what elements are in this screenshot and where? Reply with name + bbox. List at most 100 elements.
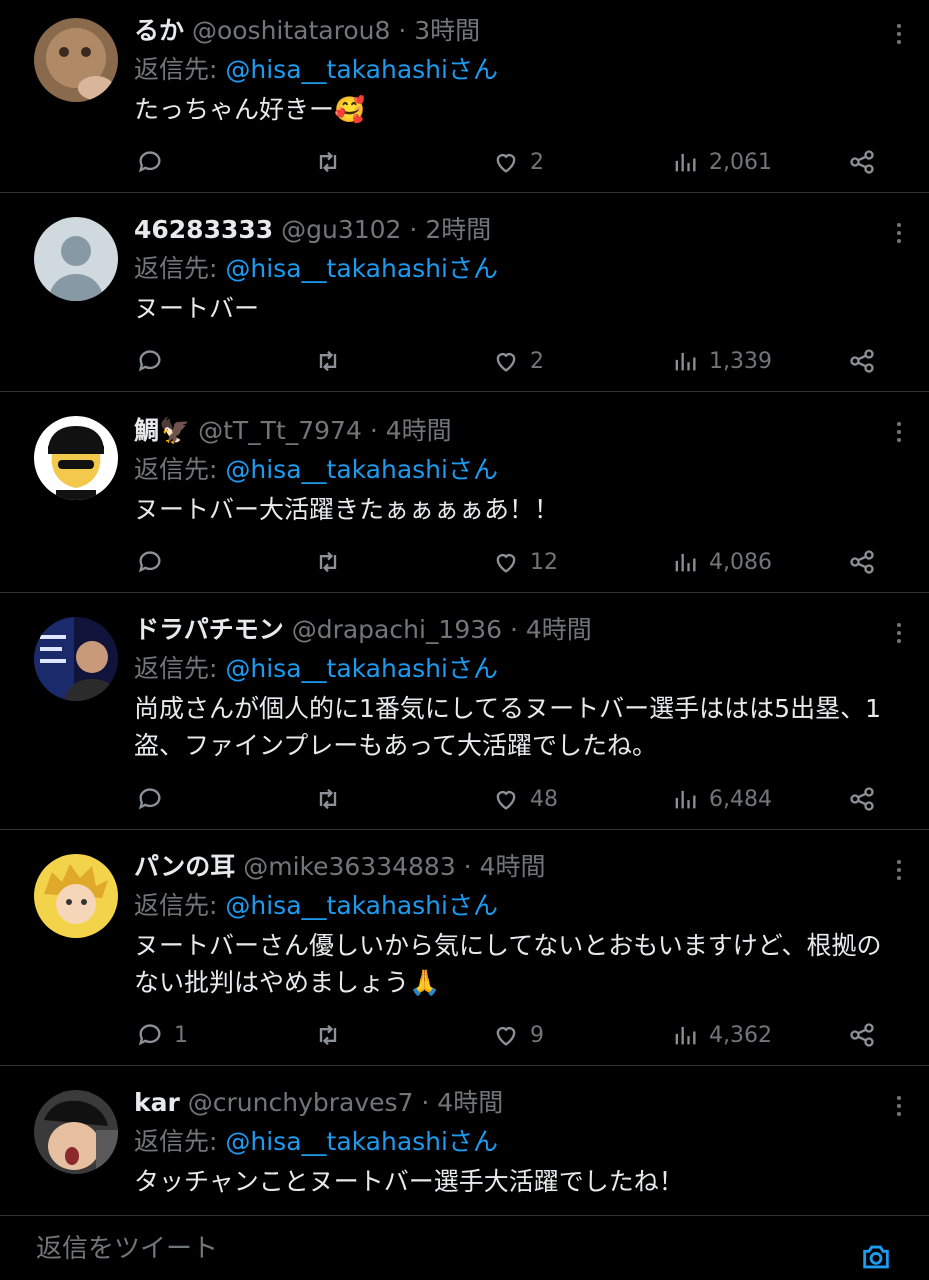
reply-button[interactable] bbox=[136, 344, 174, 378]
more-icon[interactable] bbox=[887, 1092, 911, 1122]
reply-mention-link[interactable]: @hisa__takahashiさん bbox=[225, 55, 498, 84]
views-button[interactable]: 1,339 bbox=[671, 344, 772, 378]
tweet[interactable]: ドラパチモン @drapachi_1936 · 4時間 返信先: @hisa__… bbox=[0, 593, 929, 830]
like-count: 2 bbox=[530, 149, 544, 175]
reply-composer bbox=[0, 1216, 929, 1280]
tweet[interactable]: パンの耳 @mike36334883 · 4時間 返信先: @hisa__tak… bbox=[0, 830, 929, 1066]
avatar[interactable] bbox=[34, 416, 118, 500]
handle[interactable]: @tT_Tt_7974 bbox=[198, 416, 362, 445]
view-count: 6,484 bbox=[709, 786, 772, 812]
camera-button[interactable] bbox=[859, 1240, 893, 1274]
timestamp[interactable]: 3時間 bbox=[414, 16, 480, 45]
timestamp[interactable]: 4時間 bbox=[526, 615, 592, 644]
like-icon bbox=[496, 554, 516, 573]
retweet-button[interactable] bbox=[314, 1018, 342, 1052]
view-count: 1,339 bbox=[709, 348, 772, 374]
reply-mention-link[interactable]: @hisa__takahashiさん bbox=[225, 654, 498, 683]
tweet[interactable]: kar @crunchybraves7 · 4時間 返信先: @hisa__ta… bbox=[0, 1066, 929, 1216]
reply-button[interactable] bbox=[136, 782, 174, 816]
like-button[interactable]: 12 bbox=[492, 545, 558, 579]
separator-dot: · bbox=[401, 215, 426, 244]
share-button[interactable] bbox=[848, 344, 876, 378]
more-icon[interactable] bbox=[887, 20, 911, 50]
timestamp[interactable]: 4時間 bbox=[386, 416, 452, 445]
reply-input[interactable] bbox=[34, 1224, 798, 1274]
tweet-text: 尚成さんが個人的に1番気にしてるヌートバー選手ははは5出塁、1盗、ファインプレー… bbox=[134, 694, 881, 760]
views-icon bbox=[675, 352, 696, 371]
share-button[interactable] bbox=[848, 1018, 876, 1052]
tweet-text: たっちゃん好きー🥰 bbox=[134, 95, 366, 124]
avatar[interactable] bbox=[34, 1090, 118, 1174]
display-name[interactable]: ドラパチモン bbox=[134, 615, 284, 644]
display-name[interactable]: パンの耳 bbox=[134, 852, 235, 881]
reply-button[interactable] bbox=[136, 545, 174, 579]
camera-icon bbox=[863, 1245, 889, 1269]
view-count: 4,086 bbox=[709, 549, 772, 575]
reply-mention-link[interactable]: @hisa__takahashiさん bbox=[225, 254, 498, 283]
share-button[interactable] bbox=[848, 145, 876, 179]
tweet[interactable]: 鯛🦅 @tT_Tt_7974 · 4時間 返信先: @hisa__takahas… bbox=[0, 392, 929, 593]
display-name[interactable]: るか bbox=[134, 16, 184, 45]
retweet-button[interactable] bbox=[314, 545, 342, 579]
retweet-button[interactable] bbox=[314, 145, 342, 179]
handle[interactable]: @drapachi_1936 bbox=[292, 615, 502, 644]
avatar[interactable] bbox=[34, 18, 118, 102]
like-button[interactable]: 48 bbox=[492, 782, 558, 816]
reply-mention-link[interactable]: @hisa__takahashiさん bbox=[225, 1127, 498, 1156]
avatar[interactable] bbox=[34, 854, 118, 938]
retweet-icon bbox=[319, 551, 337, 573]
reply-prefix: 返信先: bbox=[134, 455, 226, 484]
timestamp[interactable]: 4時間 bbox=[480, 852, 546, 881]
action-bar: 48 6,484 bbox=[134, 782, 894, 816]
retweet-button[interactable] bbox=[314, 344, 342, 378]
tweet[interactable]: 46283333 @gu3102 · 2時間 返信先: @hisa__takah… bbox=[0, 193, 929, 392]
views-button[interactable]: 6,484 bbox=[671, 782, 772, 816]
like-button[interactable]: 2 bbox=[492, 344, 544, 378]
like-icon bbox=[496, 791, 516, 810]
tweet-text: ヌートバー bbox=[134, 294, 260, 323]
retweet-button[interactable] bbox=[314, 782, 342, 816]
handle[interactable]: @ooshitatarou8 bbox=[192, 16, 390, 45]
handle[interactable]: @crunchybraves7 bbox=[188, 1088, 414, 1117]
reply-prefix: 返信先: bbox=[134, 55, 226, 84]
separator-dot: · bbox=[390, 16, 415, 45]
separator-dot: · bbox=[455, 852, 480, 881]
like-button[interactable]: 9 bbox=[492, 1018, 544, 1052]
timestamp[interactable]: 2時間 bbox=[425, 215, 491, 244]
like-count: 48 bbox=[530, 786, 558, 812]
share-button[interactable] bbox=[848, 545, 876, 579]
reply-mention-link[interactable]: @hisa__takahashiさん bbox=[225, 455, 498, 484]
action-bar: 1 9 4,362 bbox=[134, 1018, 894, 1052]
view-count: 2,061 bbox=[709, 149, 772, 175]
handle[interactable]: @gu3102 bbox=[281, 215, 401, 244]
reply-button[interactable]: 1 bbox=[136, 1018, 188, 1052]
separator-dot: · bbox=[413, 1088, 438, 1117]
reply-mention-link[interactable]: @hisa__takahashiさん bbox=[225, 891, 498, 920]
views-button[interactable]: 4,362 bbox=[671, 1018, 772, 1052]
views-button[interactable]: 4,086 bbox=[671, 545, 772, 579]
tweet[interactable]: るか @ooshitatarou8 · 3時間 返信先: @hisa__taka… bbox=[0, 0, 929, 193]
share-icon bbox=[850, 1023, 874, 1047]
share-icon bbox=[850, 349, 874, 373]
share-icon bbox=[850, 150, 874, 174]
avatar[interactable] bbox=[34, 217, 118, 301]
avatar[interactable] bbox=[34, 617, 118, 701]
share-button[interactable] bbox=[848, 782, 876, 816]
more-icon[interactable] bbox=[887, 219, 911, 249]
display-name[interactable]: 46283333 bbox=[134, 215, 273, 244]
reply-button[interactable] bbox=[136, 145, 174, 179]
like-button[interactable]: 2 bbox=[492, 145, 544, 179]
display-name[interactable]: 鯛🦅 bbox=[134, 416, 190, 445]
reply-icon bbox=[138, 551, 161, 573]
handle[interactable]: @mike36334883 bbox=[243, 852, 456, 881]
more-icon[interactable] bbox=[887, 619, 911, 649]
separator-dot: · bbox=[361, 416, 386, 445]
views-button[interactable]: 2,061 bbox=[671, 145, 772, 179]
timestamp[interactable]: 4時間 bbox=[437, 1088, 503, 1117]
reply-icon bbox=[138, 350, 161, 372]
separator-dot: · bbox=[502, 615, 526, 644]
display-name[interactable]: kar bbox=[134, 1088, 180, 1117]
views-icon bbox=[675, 553, 696, 572]
more-icon[interactable] bbox=[887, 418, 911, 448]
more-icon[interactable] bbox=[887, 856, 911, 886]
